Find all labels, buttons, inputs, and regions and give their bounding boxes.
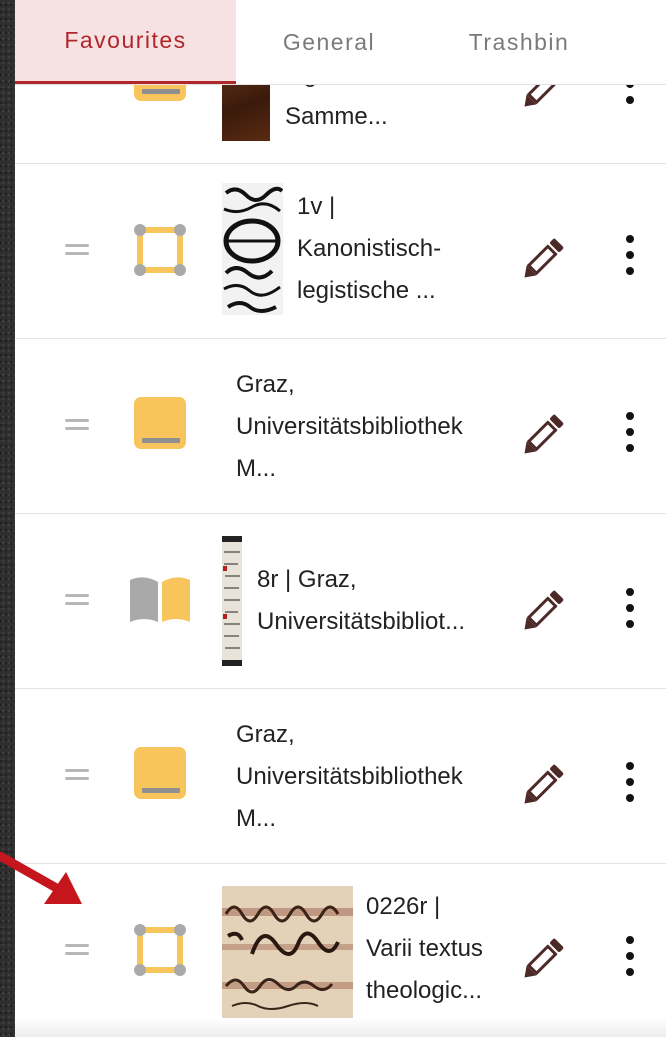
- list-item[interactable]: Graz, Universitätsbibliothek M...: [15, 689, 666, 864]
- pencil-icon[interactable]: [520, 584, 570, 634]
- drag-handle-icon[interactable]: [65, 769, 89, 781]
- open-book-icon: [130, 577, 190, 622]
- book-icon: [134, 747, 186, 799]
- drag-handle-icon[interactable]: [65, 419, 89, 431]
- list-item[interactable]: 8r | Graz, Universitätsbibliot...: [15, 514, 666, 689]
- drag-handle-icon[interactable]: [65, 944, 89, 956]
- drag-handle-icon[interactable]: [65, 594, 89, 606]
- item-title: 8r | Graz, Universitätsbibliot...: [257, 566, 466, 635]
- list-item[interactable]: 0226r | Varii textus theologic...: [15, 864, 666, 1037]
- pencil-icon[interactable]: [520, 408, 570, 458]
- bottom-shadow: [15, 1019, 666, 1037]
- item-title: Graz, Universitätsbibliothek M...: [236, 371, 463, 482]
- more-vertical-icon[interactable]: [619, 757, 641, 807]
- more-vertical-icon[interactable]: [619, 583, 641, 633]
- favourites-list: legistische Samme...: [15, 0, 666, 1037]
- tab-bar: Favourites General Trashbin: [15, 0, 666, 85]
- thumbnail-image: [222, 886, 353, 1018]
- tab-favourites[interactable]: Favourites: [15, 0, 236, 84]
- book-icon: [134, 397, 186, 449]
- pencil-icon[interactable]: [520, 932, 570, 982]
- favourites-panel: Favourites General Trashbin legistische …: [15, 0, 666, 1037]
- thumbnail-image: [222, 536, 242, 666]
- pencil-icon[interactable]: [520, 232, 570, 282]
- region-selection-icon: [134, 924, 186, 976]
- drag-handle-icon[interactable]: [65, 244, 89, 256]
- region-selection-icon: [134, 224, 186, 276]
- item-title: 1v | Kanonistisch- legistische ...: [297, 193, 442, 304]
- list-item[interactable]: Graz, Universitätsbibliothek M...: [15, 339, 666, 514]
- thumbnail-image: [222, 183, 283, 315]
- list-item[interactable]: 1v | Kanonistisch- legistische ...: [15, 164, 666, 339]
- tab-trashbin[interactable]: Trashbin: [422, 0, 616, 84]
- item-title: Graz, Universitätsbibliothek M...: [236, 721, 463, 832]
- more-vertical-icon[interactable]: [619, 230, 641, 280]
- tab-general[interactable]: General: [236, 0, 422, 84]
- item-title: 0226r | Varii textus theologic...: [366, 893, 483, 1004]
- annotation-arrow-icon: [0, 851, 82, 904]
- more-vertical-icon[interactable]: [619, 407, 641, 457]
- more-vertical-icon[interactable]: [619, 931, 641, 981]
- pencil-icon[interactable]: [520, 758, 570, 808]
